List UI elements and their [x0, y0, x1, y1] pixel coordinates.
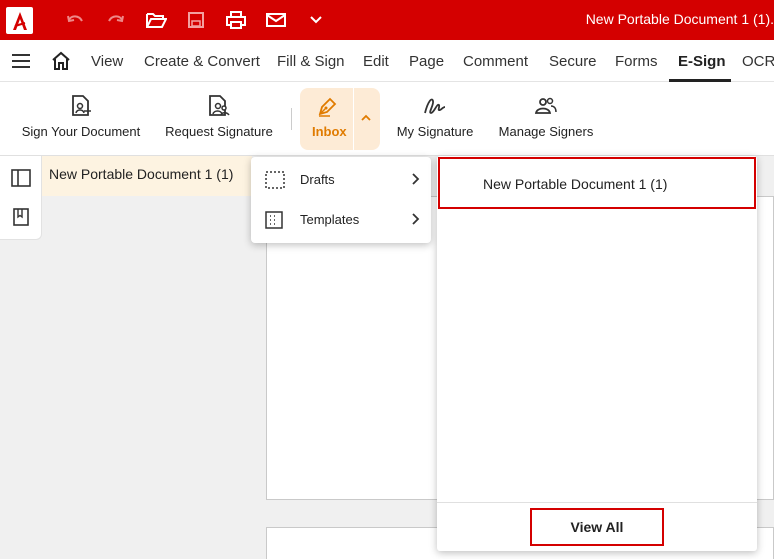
ribbon-separator [291, 108, 292, 130]
people-icon [534, 94, 558, 118]
menu-bar: View Create & Convert Fill & Sign Edit P… [0, 40, 774, 82]
my-signature-button[interactable]: My Signature [394, 82, 476, 156]
menu-ocr[interactable]: OCR [742, 53, 774, 70]
manage-signers-button[interactable]: Manage Signers [496, 82, 596, 156]
chevron-down-icon[interactable] [304, 9, 328, 31]
drafts-flyout-panel: New Portable Document 1 (1) View All [437, 156, 757, 551]
inbox-label: Inbox [312, 124, 347, 139]
menu-item-drafts[interactable]: Drafts [251, 159, 431, 199]
menu-page[interactable]: Page [409, 53, 444, 70]
menu-e-sign[interactable]: E-Sign [678, 53, 726, 70]
app-logo-icon [12, 11, 27, 30]
email-icon[interactable] [264, 9, 288, 31]
inbox-split-divider [353, 88, 354, 150]
flyout-divider [437, 502, 757, 503]
sign-your-document-button[interactable]: Sign Your Document [18, 82, 144, 156]
save-icon[interactable] [184, 9, 208, 31]
redo-icon[interactable] [104, 9, 128, 31]
panel-toggle-icon[interactable] [11, 168, 31, 188]
chevron-right-icon [411, 212, 421, 231]
menu-fill-sign[interactable]: Fill & Sign [277, 53, 345, 70]
menu-item-templates[interactable]: Templates [251, 199, 431, 239]
print-icon[interactable] [224, 9, 248, 31]
bookmark-icon[interactable] [11, 207, 31, 227]
window-document-title: New Portable Document 1 (1). [585, 11, 774, 27]
title-bar: New Portable Document 1 (1). [0, 0, 774, 40]
templates-label: Templates [300, 212, 360, 227]
pen-nib-icon [316, 94, 340, 123]
undo-icon[interactable] [63, 9, 87, 31]
chevron-up-icon[interactable] [360, 110, 372, 128]
hamburger-menu-icon[interactable] [11, 54, 31, 73]
view-all-button[interactable]: View All [530, 508, 664, 546]
drafts-label: Drafts [300, 172, 335, 187]
sign-document-icon [70, 94, 92, 118]
menu-edit[interactable]: Edit [363, 53, 389, 70]
ribbon-toolbar: Sign Your Document Request Signature Inb… [0, 82, 774, 156]
menu-secure[interactable]: Secure [549, 53, 597, 70]
chevron-right-icon [411, 172, 421, 191]
request-signature-button[interactable]: Request Signature [164, 82, 274, 156]
templates-icon [265, 211, 283, 234]
menu-create-convert[interactable]: Create & Convert [144, 53, 260, 70]
request-signature-label: Request Signature [165, 124, 273, 139]
inbox-button[interactable]: Inbox [300, 88, 380, 150]
manage-signers-label: Manage Signers [498, 124, 594, 139]
menu-view[interactable]: View [91, 53, 123, 70]
list-item[interactable]: New Portable Document 1 (1) [438, 157, 756, 209]
menu-comment[interactable]: Comment [463, 53, 528, 70]
sign-your-document-label: Sign Your Document [21, 124, 141, 139]
draft-item-label: New Portable Document 1 (1) [483, 176, 668, 192]
inbox-dropdown-menu: Drafts Templates [251, 157, 431, 243]
left-side-panel [0, 156, 42, 240]
signature-scribble-icon [422, 94, 448, 118]
menu-forms[interactable]: Forms [615, 53, 658, 70]
drafts-icon [265, 171, 285, 194]
open-folder-icon[interactable] [144, 9, 168, 31]
my-signature-label: My Signature [396, 124, 474, 139]
app-logo[interactable] [6, 7, 33, 34]
document-tab[interactable]: New Portable Document 1 (1) [42, 156, 252, 196]
home-icon[interactable] [51, 51, 71, 76]
request-signature-icon [207, 94, 231, 118]
